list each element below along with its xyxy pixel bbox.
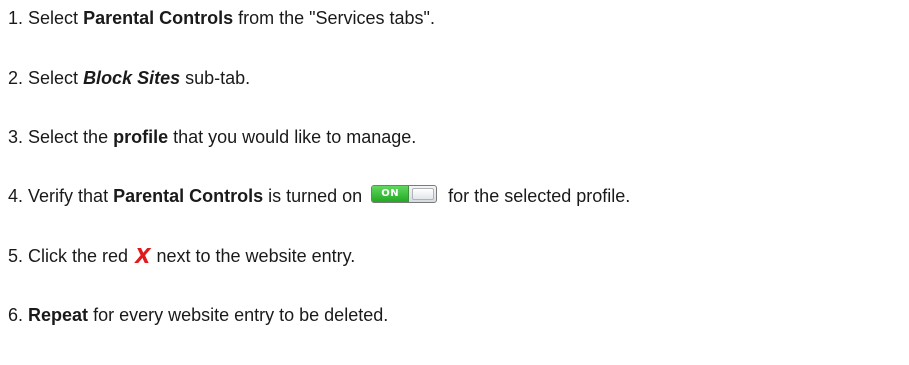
step-text: Click the red: [28, 246, 134, 266]
red-x-delete-icon: X: [135, 244, 151, 268]
step-number: 1.: [8, 8, 24, 28]
step-text: is turned on: [263, 186, 368, 206]
step-number: 2.: [8, 68, 24, 88]
step-number: 6.: [8, 305, 24, 325]
step-number: 3.: [8, 127, 24, 147]
step-number: 5.: [8, 246, 24, 266]
step-text: Select: [28, 8, 84, 28]
step-text: Select the: [28, 127, 114, 147]
term-profile: profile: [113, 127, 169, 147]
step-text: that you would like to manage.: [168, 127, 417, 147]
step-6: 6. Repeat for every website entry to be …: [8, 303, 388, 327]
step-text: next to the website entry.: [151, 246, 356, 266]
step-number: 4.: [8, 186, 24, 206]
step-2: 2. Select Block Sites sub-tab.: [8, 66, 250, 90]
term-repeat: Repeat: [28, 305, 89, 325]
step-text: Select: [28, 68, 84, 88]
step-5: 5. Click the red X next to the website e…: [8, 244, 355, 268]
toggle-knob: [412, 188, 435, 200]
term-parental-controls: Parental Controls: [83, 8, 234, 28]
step-text: sub-tab.: [180, 68, 251, 88]
step-text: Verify that: [28, 186, 114, 206]
step-text: for every website entry to be deleted.: [88, 305, 389, 325]
term-parental-controls: Parental Controls: [113, 186, 264, 206]
step-text: for the selected profile.: [443, 186, 631, 206]
toggle-on-label: ON: [372, 186, 410, 202]
term-block-sites: Block Sites: [83, 68, 181, 88]
step-3: 3. Select the profile that you would lik…: [8, 125, 416, 149]
step-1: 1. Select Parental Controls from the "Se…: [8, 6, 435, 30]
instruction-steps: 1. Select Parental Controls from the "Se…: [0, 0, 909, 365]
step-4: 4. Verify that Parental Controls is turn…: [8, 184, 630, 208]
on-off-toggle-icon: ON: [371, 185, 438, 203]
step-text: from the "Services tabs".: [233, 8, 435, 28]
